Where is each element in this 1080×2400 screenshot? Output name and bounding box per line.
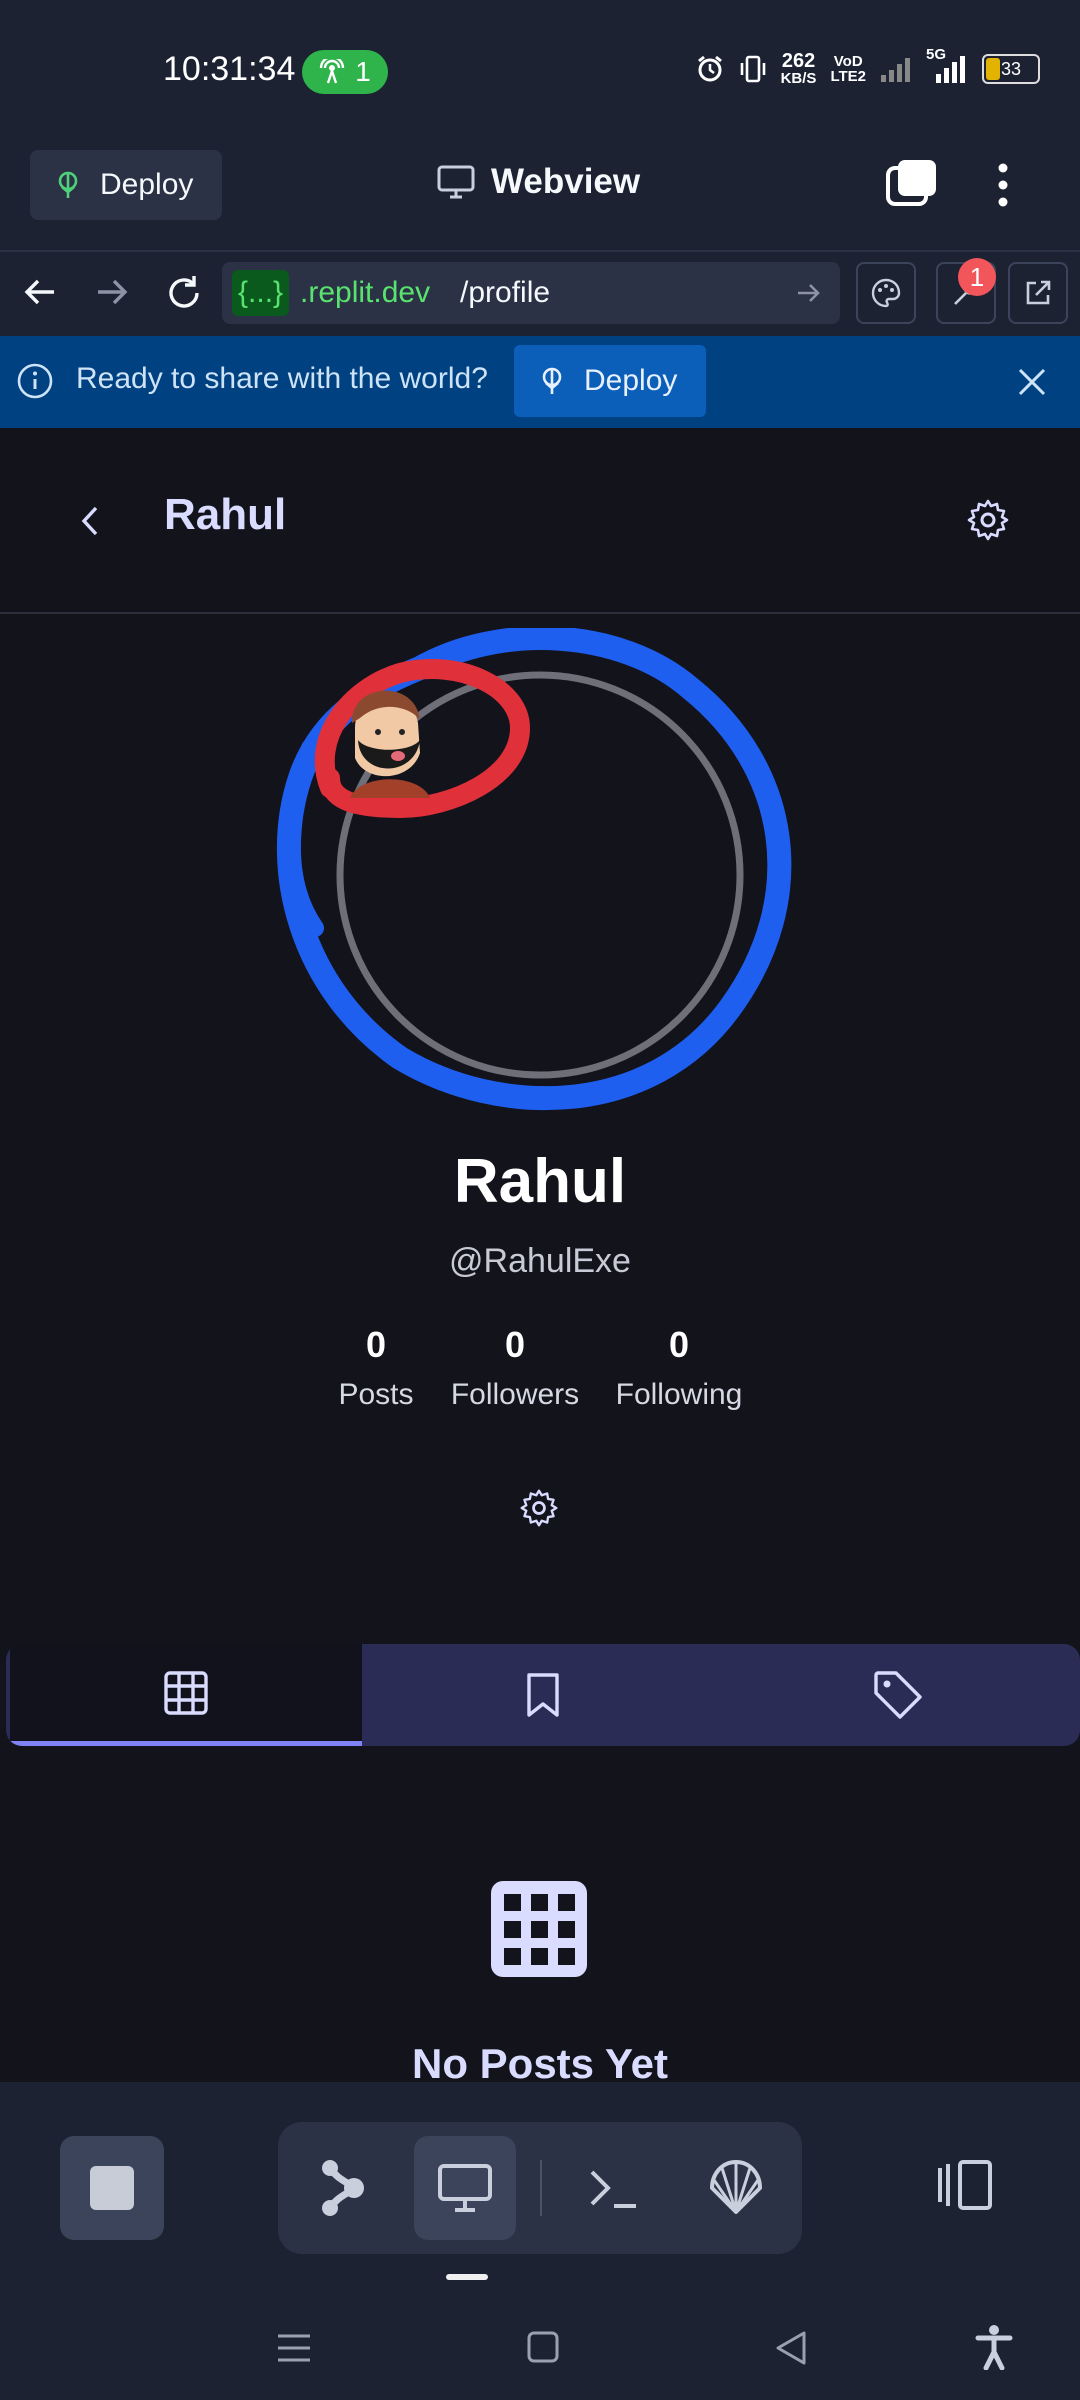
more-menu-icon[interactable] [988,160,1018,210]
webview-content: Rahul Rahul @RahulExe 0 Posts 0 Follower… [0,428,1080,2084]
url-host: .replit.dev [300,276,431,309]
edit-settings-gear-icon[interactable] [519,1488,559,1528]
palette-button[interactable] [856,262,916,324]
empty-state-title: No Posts Yet [412,2040,668,2084]
status-bar: 10:31:34 1 262 KB/S VoD LTE2 5G 33 [0,0,1080,140]
tab-posts[interactable] [10,1644,362,1746]
workspace-toolbar [0,2082,1080,2400]
stop-button[interactable] [60,2136,164,2240]
profile-tabs [6,1644,1080,1746]
forward-arrow-icon[interactable] [92,272,132,312]
stop-icon [90,2166,134,2210]
battery-icon: 33 [982,54,1040,84]
status-icons: 262 KB/S VoD LTE2 5G 33 [695,46,1040,87]
signal-5g-icon: 5G [926,46,968,84]
url-chip: {...} [232,270,290,316]
net-speed: 262 KB/S [780,50,817,87]
divider [540,2160,542,2216]
banner-deploy-button[interactable]: Deploy [514,345,706,417]
go-arrow-icon[interactable] [794,278,824,308]
open-external-button[interactable] [1008,262,1068,324]
bookmark-icon [523,1671,563,1719]
deploy-banner: Ready to share with the world? Deploy [0,336,1080,430]
empty-grid-icon [486,1876,592,1982]
workspace-topbar: Deploy Webview [0,140,1080,250]
chevron-left-icon[interactable] [76,504,106,538]
vibrate-icon [739,54,767,84]
tag-icon [872,1669,924,1721]
url-bar: {...} .replit.dev /profile [0,250,1080,338]
info-icon [16,362,54,400]
recents-menu-icon[interactable] [276,2330,312,2366]
avatar[interactable] [270,628,810,1128]
shell-seashell-icon[interactable] [708,2158,764,2216]
deploy-button[interactable]: Deploy [30,150,222,220]
monitor-icon [437,165,475,199]
tabs-icon[interactable] [884,158,938,208]
settings-gear-icon[interactable] [966,498,1010,542]
url-path: /profile [460,276,551,309]
hotspot-count: 1 [355,56,371,87]
banner-text: Ready to share with the world? [76,362,488,395]
home-square-icon[interactable] [526,2330,560,2364]
hotspot-pill: 1 [302,50,388,94]
deploy-icon [538,366,566,396]
notification-badge: 1 [958,258,996,296]
red-annotation-stroke [314,659,530,818]
url-field[interactable]: {...} .replit.dev /profile [222,262,840,324]
tool-switcher [278,2122,802,2254]
reload-icon[interactable] [163,272,205,314]
shell-icon[interactable] [588,2164,638,2212]
deploy-icon [54,170,82,200]
deploy-label: Deploy [100,168,194,201]
stat-following[interactable]: 0 Following [604,1324,754,1412]
hotspot-icon [319,59,345,85]
agent-icon[interactable] [318,2158,368,2218]
signal-icon [880,55,914,83]
device-toggle-icon[interactable] [936,2158,996,2212]
profile-handle: @RahulExe [449,1242,631,1280]
stat-posts[interactable]: 0 Posts [316,1324,436,1412]
grid-icon [163,1670,209,1716]
palette-icon [870,277,902,309]
volte-indicator: VoD LTE2 [830,53,866,85]
accessibility-icon[interactable] [974,2324,1014,2370]
monitor-icon [437,2163,493,2213]
header-title: Rahul [164,490,287,539]
webview-title: Webview [437,162,640,202]
close-icon[interactable] [1016,366,1048,398]
back-arrow-icon[interactable] [20,272,60,312]
clock: 10:31:34 [163,50,296,88]
external-link-icon [1023,278,1053,308]
profile-header: Rahul [0,428,1080,614]
alarm-icon [695,54,725,84]
home-indicator [446,2274,488,2280]
stat-followers[interactable]: 0 Followers [440,1324,590,1412]
back-triangle-icon[interactable] [774,2330,808,2366]
tab-saved[interactable] [367,1644,719,1746]
webview-tool-button[interactable] [414,2136,516,2240]
tab-tagged[interactable] [722,1644,1074,1746]
profile-name: Rahul [453,1147,627,1216]
